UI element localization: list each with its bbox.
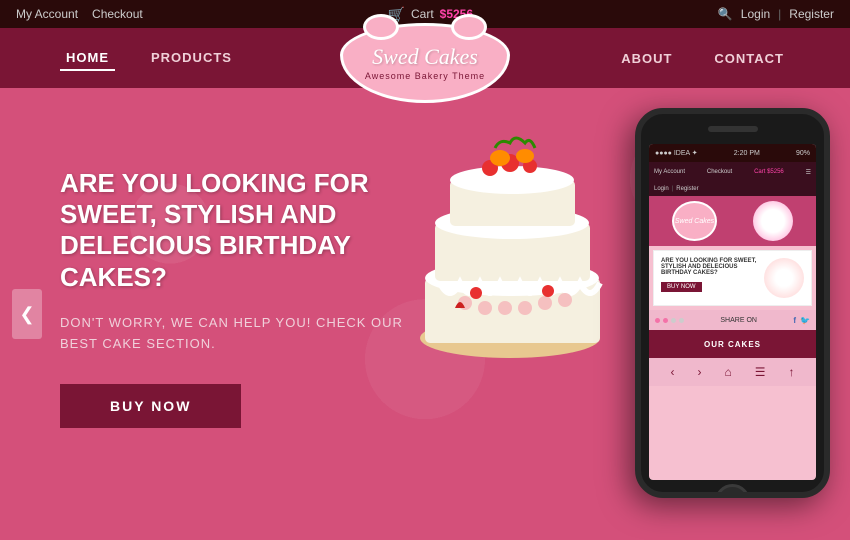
facebook-icon: f xyxy=(793,316,796,325)
register-link[interactable]: Register xyxy=(789,7,834,21)
phone-mini-title: ARE YOU LOOKING FOR SWEET, STYLISH AND D… xyxy=(661,258,761,276)
logo-subtitle: Awesome Bakery Theme xyxy=(365,71,485,81)
phone-content-box: ARE YOU LOOKING FOR SWEET, STYLISH AND D… xyxy=(653,250,812,306)
phone-signal: ●●●● IDEA ✦ xyxy=(655,149,698,157)
phone-register: Register xyxy=(676,186,698,192)
top-bar-left: My Account Checkout xyxy=(16,7,143,21)
dot-1 xyxy=(655,318,660,323)
phone-img-col xyxy=(764,258,804,298)
phone-bottom-nav: OUR CAKES xyxy=(649,330,816,358)
twitter-icon: 🐦 xyxy=(800,316,810,325)
phone-nav-account: My Account xyxy=(654,169,685,175)
prev-arrow[interactable]: ❮ xyxy=(12,289,42,339)
phone-book-icon: ☰ xyxy=(755,365,766,379)
phone-mockup: ●●●● IDEA ✦ 2:20 PM 90% My Account Check… xyxy=(635,108,830,498)
phone-logo-text: Swed Cakes xyxy=(675,218,714,225)
phone-nav: My Account Checkout Cart $5256 ☰ xyxy=(649,162,816,182)
phone-login-row: Login | Register xyxy=(649,182,816,196)
phone-hamburger-icon: ☰ xyxy=(806,169,811,176)
phone-time: 2:20 PM xyxy=(734,150,760,157)
dot-3 xyxy=(671,318,676,323)
dot-2 xyxy=(663,318,668,323)
phone-cake-mini xyxy=(764,258,804,298)
hero-subtitle: DON'T WORRY, WE CAN HELP YOU! CHECK OUR … xyxy=(60,313,440,355)
nav-bar: HOME PRODUCTS Swed Cakes Awesome Bakery … xyxy=(0,28,850,88)
phone-logo-area: Swed Cakes xyxy=(649,196,816,246)
logo-shape: Swed Cakes Awesome Bakery Theme xyxy=(340,23,510,103)
nav-home[interactable]: HOME xyxy=(60,46,115,71)
phone-content-row: ARE YOU LOOKING FOR SWEET, STYLISH AND D… xyxy=(658,255,807,301)
nav-about[interactable]: ABOUT xyxy=(615,47,678,70)
phone-screen: ●●●● IDEA ✦ 2:20 PM 90% My Account Check… xyxy=(649,144,816,480)
phone-status-bar: ●●●● IDEA ✦ 2:20 PM 90% xyxy=(649,144,816,162)
phone-nav-cart: Cart $5256 xyxy=(754,169,784,175)
share-label: SHARE ON xyxy=(720,317,757,324)
phone-nav-checkout: Checkout xyxy=(707,169,732,175)
logo-text: Swed Cakes xyxy=(372,45,478,69)
phone-cake-image xyxy=(753,201,793,241)
dot-4 xyxy=(679,318,684,323)
phone-forward-icon: › xyxy=(697,365,701,379)
phone-login: Login xyxy=(654,186,669,192)
phone-logo-box: Swed Cakes xyxy=(672,201,717,241)
phone-divider: | xyxy=(672,186,674,192)
phone-share-icons: f 🐦 xyxy=(793,316,810,325)
hero-section: ❮ ARE YOU LOOKING FOR SWEET, STYLISH AND… xyxy=(0,88,850,540)
phone-back-icon: ‹ xyxy=(670,365,674,379)
phone-battery: 90% xyxy=(796,150,810,157)
hero-content: ARE YOU LOOKING FOR SWEET, STYLISH AND D… xyxy=(60,168,440,428)
phone-share-icon: ↑ xyxy=(788,365,794,379)
buy-now-button[interactable]: BUY NOW xyxy=(60,384,241,428)
phone-icon-row: ‹ › ⌂ ☰ ↑ xyxy=(649,358,816,386)
phone-home-button[interactable] xyxy=(715,484,750,498)
checkout-link[interactable]: Checkout xyxy=(92,7,143,21)
my-account-link[interactable]: My Account xyxy=(16,7,78,21)
hero-title: ARE YOU LOOKING FOR SWEET, STYLISH AND D… xyxy=(60,168,440,293)
phone-buy-btn[interactable]: BUY NOW xyxy=(661,282,702,292)
phone-text-col: ARE YOU LOOKING FOR SWEET, STYLISH AND D… xyxy=(661,258,761,298)
cake-image xyxy=(400,108,620,388)
logo-wrapper: Swed Cakes Awesome Bakery Theme xyxy=(335,18,515,108)
phone-dots xyxy=(655,318,684,323)
phone-speaker xyxy=(708,126,758,132)
phone-share-area: SHARE ON f 🐦 xyxy=(649,310,816,330)
login-link[interactable]: Login xyxy=(741,7,770,21)
nav-left: HOME PRODUCTS xyxy=(60,46,238,71)
divider: | xyxy=(778,7,781,21)
search-icon[interactable]: 🔍 xyxy=(718,7,733,21)
nav-products[interactable]: PRODUCTS xyxy=(145,46,238,71)
auth-links: 🔍 Login | Register xyxy=(718,7,834,21)
phone-home-icon: ⌂ xyxy=(724,365,731,379)
nav-right: ABOUT CONTACT xyxy=(615,47,790,70)
nav-contact[interactable]: CONTACT xyxy=(708,47,790,70)
